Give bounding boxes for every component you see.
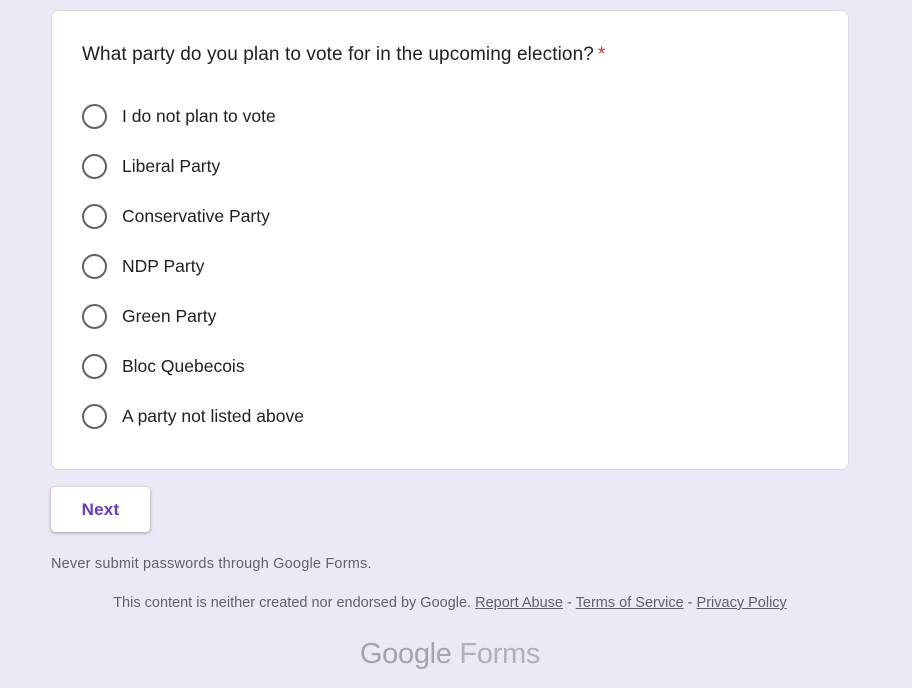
radio-button[interactable]: [82, 203, 107, 229]
radio-option-label: A party not listed above: [122, 405, 304, 426]
radio-option-bloc[interactable]: Bloc Quebecois: [82, 351, 304, 381]
radio-options-list: I do not plan to vote Liberal Party Cons…: [82, 101, 304, 451]
radio-button[interactable]: [82, 403, 107, 429]
required-asterisk: *: [597, 44, 606, 65]
radio-option-label: NDP Party: [122, 255, 205, 276]
report-abuse-link[interactable]: Report Abuse: [475, 595, 563, 611]
google-wordmark: Google: [359, 638, 452, 670]
radio-option-label: I do not plan to vote: [122, 105, 276, 126]
separator: -: [567, 595, 572, 611]
radio-option-ndp[interactable]: NDP Party: [82, 251, 304, 281]
question-text: What party do you plan to vote for in th…: [82, 44, 594, 65]
radio-option-green[interactable]: Green Party: [82, 301, 304, 331]
privacy-policy-link[interactable]: Privacy Policy: [697, 595, 787, 611]
radio-option-liberal[interactable]: Liberal Party: [82, 151, 304, 181]
radio-button[interactable]: [82, 153, 107, 179]
radio-option-other[interactable]: A party not listed above: [82, 401, 304, 431]
radio-option-label: Bloc Quebecois: [122, 355, 245, 376]
terms-of-service-link[interactable]: Terms of Service: [576, 595, 684, 611]
disclaimer-text: This content is neither created nor endo…: [113, 595, 472, 611]
radio-option-no-vote[interactable]: I do not plan to vote: [82, 101, 304, 131]
forms-wordmark: Forms: [459, 638, 541, 670]
radio-option-conservative[interactable]: Conservative Party: [82, 201, 304, 231]
radio-button[interactable]: [82, 303, 107, 329]
radio-option-label: Liberal Party: [122, 155, 221, 176]
radio-option-label: Conservative Party: [122, 205, 270, 226]
radio-option-label: Green Party: [122, 305, 217, 326]
radio-button[interactable]: [82, 103, 107, 129]
disclaimer: This content is neither created nor endo…: [0, 595, 900, 611]
google-forms-logo[interactable]: Google Forms: [0, 638, 900, 671]
next-button[interactable]: Next: [51, 487, 150, 532]
question-title: What party do you plan to vote for in th…: [82, 44, 605, 66]
radio-button[interactable]: [82, 253, 107, 279]
password-warning: Never submit passwords through Google Fo…: [51, 556, 372, 572]
radio-button[interactable]: [82, 353, 107, 379]
separator: -: [687, 595, 693, 611]
question-card: What party do you plan to vote for in th…: [51, 10, 849, 470]
